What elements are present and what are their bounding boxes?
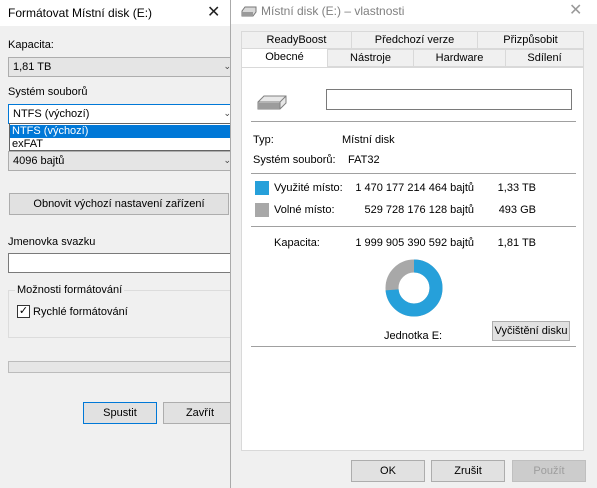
divider xyxy=(251,173,576,174)
capacity-label: Kapacita: xyxy=(274,237,320,249)
tab-previous-versions[interactable]: Předchozí verze xyxy=(351,31,478,49)
free-space-label: Volné místo: xyxy=(274,204,335,216)
format-dialog-title: Formátovat Místní disk (E:) xyxy=(8,6,153,20)
volume-label-input[interactable] xyxy=(8,253,232,273)
filesystem-dropdown-list: NTFS (výchozí) exFAT xyxy=(9,123,239,151)
properties-dialog-title: Místní disk (E:) – vlastnosti xyxy=(261,4,405,18)
quick-format-checkbox[interactable]: ✓ xyxy=(17,305,30,318)
free-space-swatch xyxy=(255,203,269,217)
tab-hardware[interactable]: Hardware xyxy=(413,49,506,67)
close-button[interactable]: Zavřít xyxy=(163,402,237,424)
apply-button[interactable]: Použít xyxy=(512,460,586,482)
disk-cleanup-button[interactable]: Vyčištění disku xyxy=(492,321,570,341)
quick-format-label: Rychlé formátování xyxy=(33,306,128,318)
format-options-title: Možnosti formátování xyxy=(15,284,125,296)
volume-label: Jmenovka svazku xyxy=(8,236,96,248)
tab-customize[interactable]: Přizpůsobit xyxy=(477,31,584,49)
type-label: Typ: xyxy=(253,134,274,146)
divider xyxy=(251,121,576,122)
used-space-bytes: 1 470 177 214 464 bajtů xyxy=(355,182,474,194)
capacity-label: Kapacita: xyxy=(8,39,54,51)
divider xyxy=(251,346,576,347)
free-space-size: 493 GB xyxy=(498,204,536,216)
filesystem-select-value: NTFS (výchozí) xyxy=(13,108,90,120)
used-space-label: Využité místo: xyxy=(274,182,343,194)
general-tab-panel: Typ: Místní disk Systém souborů: FAT32 V… xyxy=(241,67,584,451)
restore-defaults-button[interactable]: Obnovit výchozí nastavení zařízení xyxy=(9,193,229,215)
drive-letter-label: Jednotka E: xyxy=(384,330,443,342)
start-button[interactable]: Spustit xyxy=(83,402,157,424)
close-icon[interactable]: ✕ xyxy=(207,2,220,22)
used-space-swatch xyxy=(255,181,269,195)
capacity-bytes: 1 999 905 390 592 bajtů xyxy=(355,237,474,249)
format-titlebar: Formátovat Místní disk (E:) ✕ xyxy=(0,0,240,26)
disk-usage-donut xyxy=(385,259,443,317)
filesystem-value: FAT32 xyxy=(348,154,380,166)
format-dialog: Formátovat Místní disk (E:) ✕ Kapacita: … xyxy=(0,0,240,488)
capacity-select-value: 1,81 TB xyxy=(13,61,52,73)
capacity-select[interactable]: 1,81 TB ⌄ xyxy=(8,57,234,77)
filesystem-select[interactable]: NTFS (výchozí) ⌄ xyxy=(8,104,234,124)
tab-general[interactable]: Obecné xyxy=(241,48,328,68)
tab-sharing[interactable]: Sdílení xyxy=(505,49,584,67)
tab-tools[interactable]: Nástroje xyxy=(327,49,414,67)
drive-icon xyxy=(241,6,257,17)
drive-name-input[interactable] xyxy=(326,89,572,110)
close-icon[interactable]: ✕ xyxy=(569,0,582,20)
ok-button[interactable]: OK xyxy=(351,460,425,482)
dropdown-option-ntfs[interactable]: NTFS (výchozí) xyxy=(10,125,238,138)
drive-icon xyxy=(257,95,287,110)
dropdown-option-exfat[interactable]: exFAT xyxy=(10,138,238,151)
format-progress-bar xyxy=(8,361,232,373)
used-space-size: 1,33 TB xyxy=(497,182,536,194)
type-value: Místní disk xyxy=(342,134,395,146)
divider xyxy=(251,226,576,227)
tab-readyboost[interactable]: ReadyBoost xyxy=(241,31,352,49)
cancel-button[interactable]: Zrušit xyxy=(431,460,505,482)
properties-titlebar: Místní disk (E:) – vlastnosti ✕ xyxy=(231,0,597,24)
allocation-size-value: 4096 bajtů xyxy=(13,155,65,167)
allocation-size-select[interactable]: 4096 bajtů ⌄ xyxy=(8,151,234,171)
free-space-bytes: 529 728 176 128 bajtů xyxy=(364,204,475,216)
properties-dialog: Místní disk (E:) – vlastnosti ✕ ReadyBoo… xyxy=(230,0,597,488)
filesystem-label: Systém souborů: xyxy=(253,154,336,166)
filesystem-label: Systém souborů xyxy=(8,86,88,98)
capacity-size: 1,81 TB xyxy=(497,237,536,249)
